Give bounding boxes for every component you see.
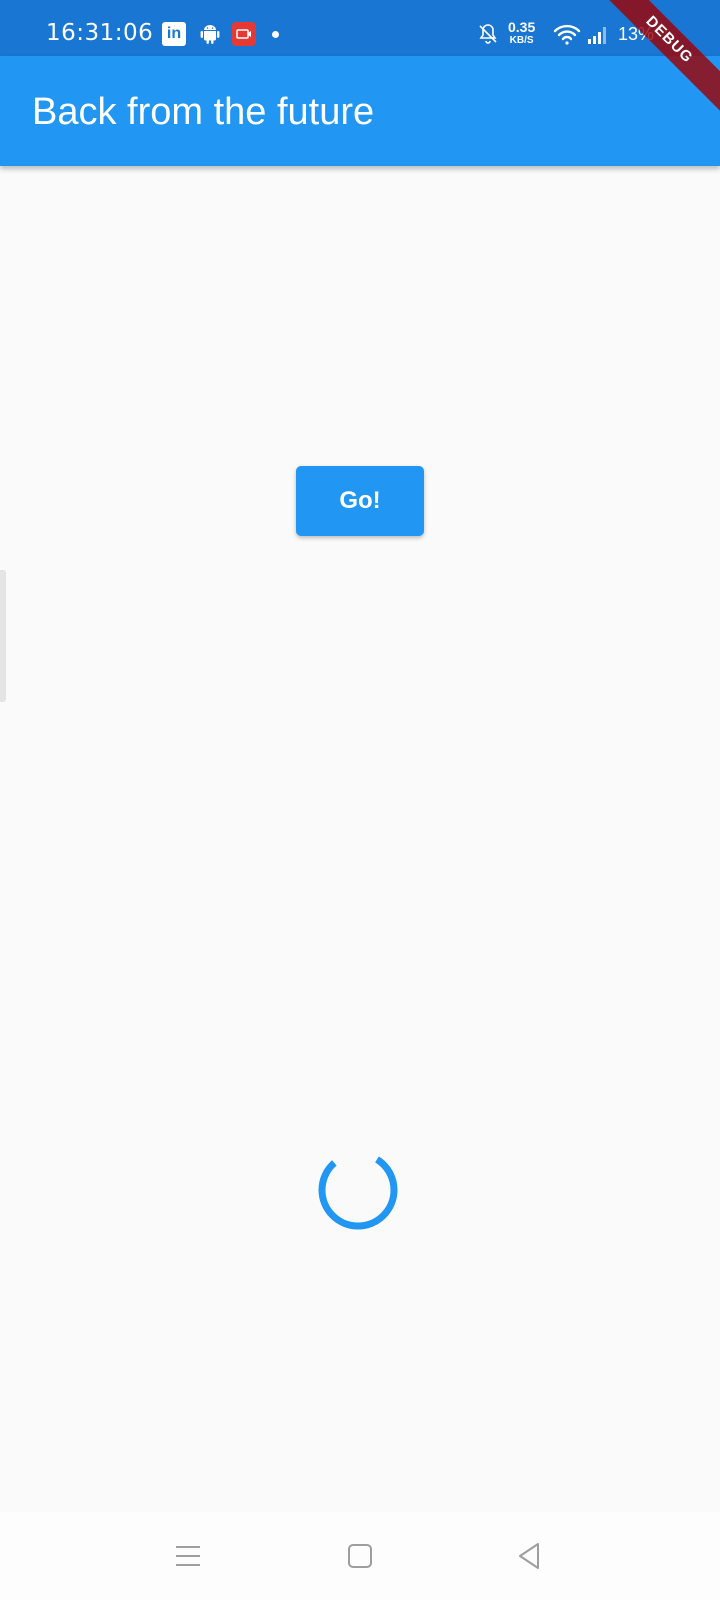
- status-bar: 16:31:06 in 0.35 KB/S 13%: [0, 0, 720, 56]
- status-time: 16:31:06: [46, 20, 154, 46]
- go-button[interactable]: Go!: [296, 466, 424, 536]
- home-icon[interactable]: [340, 1536, 380, 1576]
- page-title: Back from the future: [32, 91, 375, 133]
- linkedin-icon: in: [162, 22, 186, 46]
- notification-dot-icon: [272, 31, 279, 38]
- bell-off-icon: [479, 24, 497, 44]
- back-icon[interactable]: [510, 1536, 550, 1576]
- navigation-bar: [0, 1512, 720, 1600]
- edge-drag-handle[interactable]: [0, 570, 6, 702]
- android-icon: [200, 25, 220, 44]
- network-speed-unit: KB/S: [509, 35, 534, 46]
- wifi-icon: [553, 24, 581, 45]
- app-bar: Back from the future: [0, 56, 720, 166]
- app-screen: 16:31:06 in 0.35 KB/S 13% Back from the …: [0, 0, 720, 1600]
- network-speed-value: 0.35: [508, 19, 536, 35]
- menu-icon[interactable]: [168, 1536, 208, 1576]
- network-speed: 0.35 KB/S: [508, 20, 535, 46]
- signal-icon: [588, 27, 606, 44]
- screen-record-icon: [232, 22, 256, 46]
- circular-progress-icon: [318, 1150, 398, 1230]
